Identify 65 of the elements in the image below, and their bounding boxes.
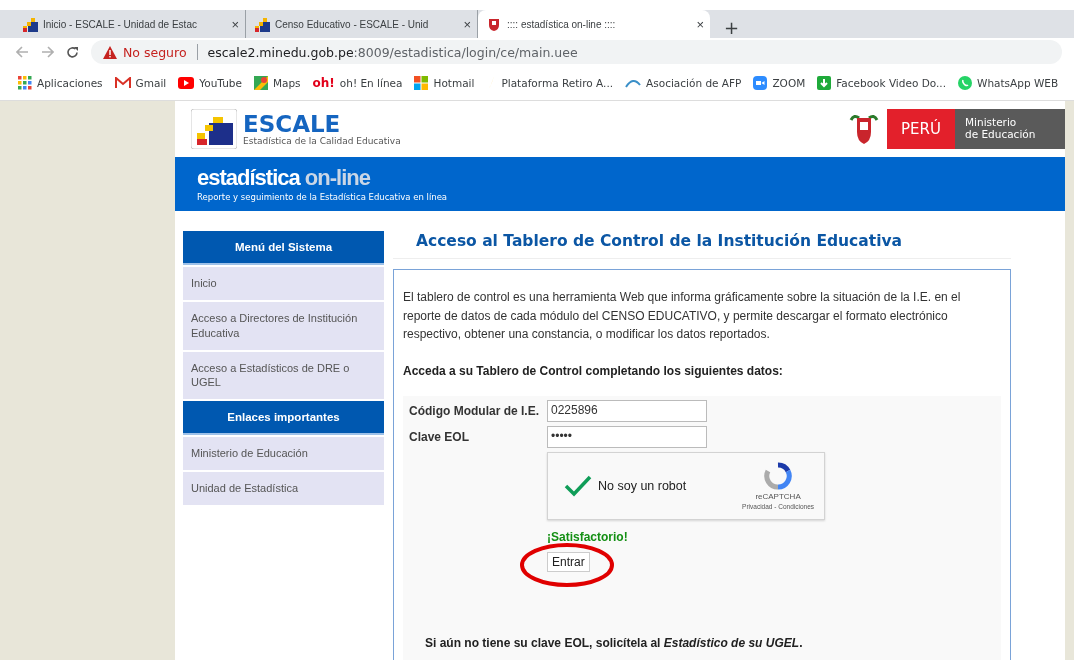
coat-of-arms-icon bbox=[486, 16, 502, 32]
play-icon bbox=[178, 77, 195, 89]
menu-item[interactable]: Ministerio de Educación bbox=[183, 437, 384, 471]
menu-heading: Enlaces importantes bbox=[183, 401, 384, 436]
captcha-brand: reCAPTCHA bbox=[755, 491, 801, 501]
address-bar[interactable]: No seguro escale2.minedu.gob.pe:8009/estadistica/login/ce/main.uee bbox=[91, 40, 1062, 64]
stairs-logo-icon bbox=[254, 16, 270, 32]
close-icon[interactable]: × bbox=[463, 16, 471, 32]
bookmark-link[interactable]: Plataforma Retiro A... bbox=[501, 77, 614, 89]
captcha-label: No soy un robot bbox=[598, 478, 687, 493]
reload-icon[interactable] bbox=[66, 45, 79, 59]
bookmark-link[interactable]: WhatsApp WEB bbox=[977, 77, 1059, 89]
close-icon[interactable]: × bbox=[231, 16, 239, 32]
stairs-logo-icon bbox=[191, 109, 237, 149]
menu-item[interactable]: Unidad de Estadística bbox=[183, 472, 384, 505]
video-camera-icon bbox=[753, 76, 768, 90]
input-field[interactable]: ••••• bbox=[547, 425, 707, 448]
captcha-logo-icon bbox=[764, 461, 793, 490]
banner-subtitle: Reporte y seguimiento de la Estadística Educativa en línea bbox=[197, 191, 449, 202]
footer-note: Si aún no tiene su clave EOL, solicítela al Estadístico de su UGEL. bbox=[425, 635, 804, 650]
menu-item[interactable]: Inicio bbox=[183, 267, 384, 300]
four-squares-icon bbox=[414, 76, 429, 90]
map-pin-icon bbox=[253, 76, 268, 90]
envelope-m-icon bbox=[114, 77, 131, 89]
url-text: escale2.minedu.gob.pe:8009/estadistica/login/ce/main.uee bbox=[207, 44, 578, 60]
stairs-logo-icon bbox=[22, 16, 38, 32]
ministry-label: Ministerio de Educación bbox=[955, 109, 1065, 149]
logo-title: ESCALE bbox=[243, 112, 342, 136]
instruction-text: Acceda a su Tablero de Control completando los siguientes datos: bbox=[403, 363, 784, 378]
forward-arrow-icon[interactable] bbox=[41, 46, 54, 58]
country-label: PERÚ bbox=[887, 109, 955, 149]
chat-phone-icon bbox=[958, 76, 972, 90]
menu-heading: Menú del Sistema bbox=[183, 231, 384, 265]
bookmark-link[interactable]: Asociación de AFP bbox=[646, 77, 742, 89]
bookmark-link[interactable]: Hotmail bbox=[433, 77, 475, 89]
banner-title: estadística on-line bbox=[197, 166, 372, 189]
bookmark-link[interactable]: Aplicaciones bbox=[37, 77, 103, 89]
security-label: No seguro bbox=[123, 44, 187, 60]
browser-tab[interactable]: :::: estadística on-line :::: × bbox=[478, 10, 710, 38]
status-message: ¡Satisfactorio! bbox=[547, 529, 629, 544]
field-label: Código Modular de I.E. bbox=[409, 403, 540, 418]
submit-button[interactable]: Entrar bbox=[547, 551, 590, 572]
field-label: Clave EOL bbox=[409, 429, 471, 444]
bookmark-link[interactable]: Maps bbox=[272, 77, 301, 89]
bookmark-link[interactable]: ZOOM bbox=[772, 77, 806, 89]
apps-grid-icon bbox=[18, 76, 32, 90]
bookmark-link[interactable]: Facebook Video Do... bbox=[836, 77, 946, 89]
input-field[interactable]: 0225896 bbox=[547, 399, 707, 422]
menu-item[interactable]: Acceso a Estadísticos de DRE o UGEL bbox=[183, 351, 384, 400]
download-icon bbox=[817, 76, 832, 90]
logo-subtitle: Estadística de la Calidad Educativa bbox=[243, 135, 401, 146]
new-tab-button[interactable]: + bbox=[720, 17, 744, 38]
bookmark-link[interactable]: YouTube bbox=[199, 77, 242, 89]
intro-paragraph: El tablero de control es una herramienta Web que informa gráficamente sobre la situación de la I.E. en el reporte de datos de cada módulo del CENSO EDUCATIVO, y permite descargar el formato electrónico respectivo, obtener una constancia, o modificar los datos reportados. bbox=[403, 289, 962, 344]
coat-of-arms-icon bbox=[849, 112, 880, 146]
oh-logo: oh! bbox=[312, 76, 335, 90]
page-title: Acceso al Tablero de Control de la Institución Educativa bbox=[393, 231, 1011, 259]
arc-icon bbox=[625, 78, 642, 88]
close-icon[interactable]: × bbox=[696, 16, 704, 32]
menu-item[interactable]: Acceso a Directores de Institución Educativa bbox=[183, 301, 384, 350]
warning-icon bbox=[103, 45, 117, 59]
checkmark-icon[interactable] bbox=[564, 474, 592, 497]
back-arrow-icon[interactable] bbox=[16, 46, 29, 58]
bookmark-link[interactable]: oh! En línea bbox=[339, 77, 403, 89]
bookmark-link[interactable]: Gmail bbox=[135, 77, 167, 89]
